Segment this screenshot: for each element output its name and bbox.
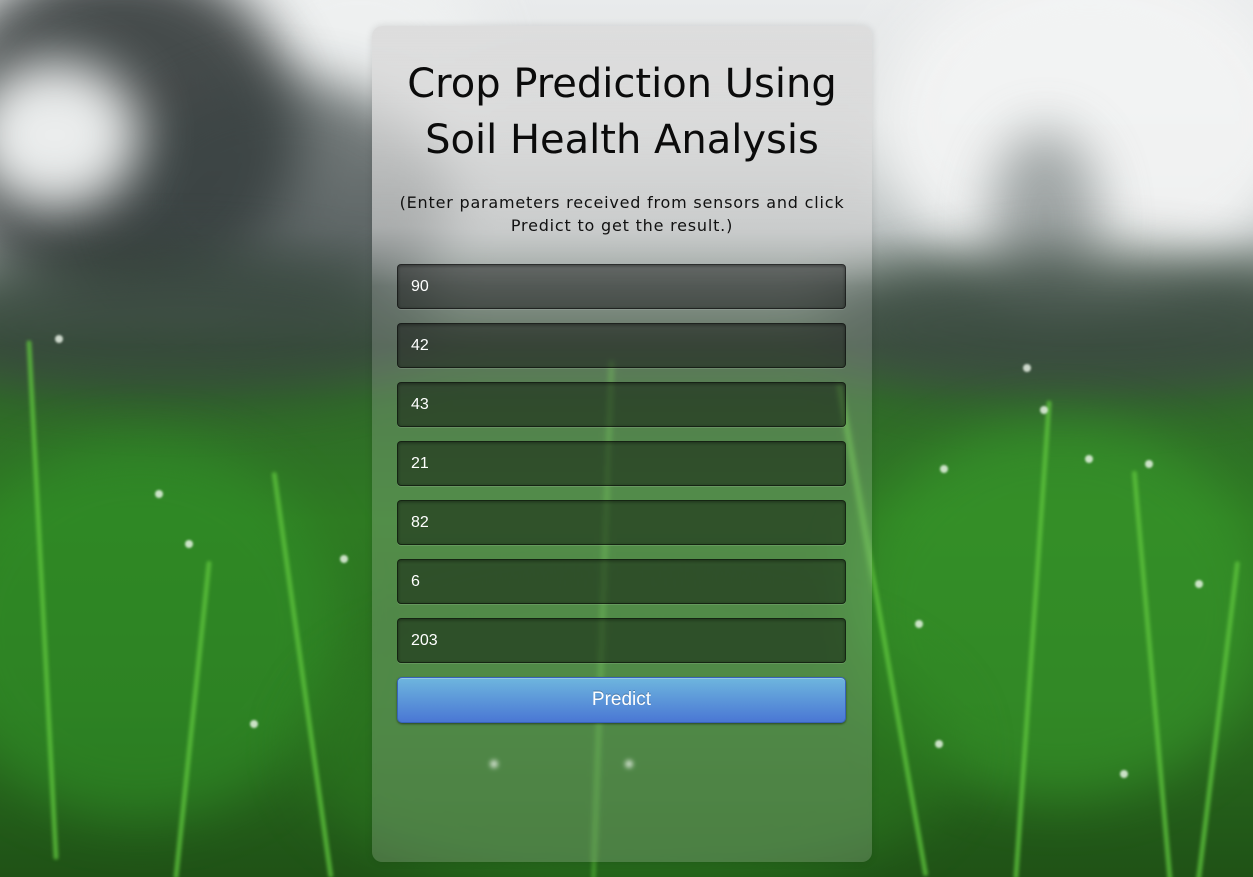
sensor-input-5[interactable] <box>397 500 846 545</box>
sensor-input-3[interactable] <box>397 382 846 427</box>
sensor-input-1[interactable] <box>397 264 846 309</box>
predict-button[interactable]: Predict <box>397 677 846 723</box>
sensor-input-7[interactable] <box>397 618 846 663</box>
sensor-input-2[interactable] <box>397 323 846 368</box>
sensor-input-6[interactable] <box>397 559 846 604</box>
sensor-input-4[interactable] <box>397 441 846 486</box>
prediction-card: Crop Prediction Using Soil Health Analys… <box>372 26 872 862</box>
instructions-text: (Enter parameters received from sensors … <box>399 193 845 235</box>
page-title: Crop Prediction Using Soil Health Analys… <box>407 61 837 163</box>
